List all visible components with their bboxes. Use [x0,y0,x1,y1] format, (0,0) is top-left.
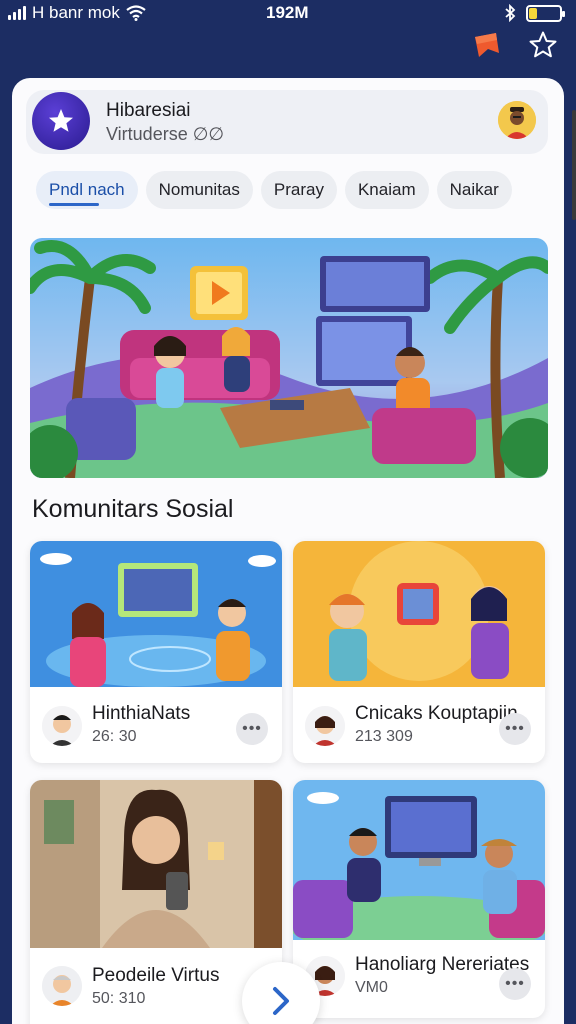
tab-4[interactable]: Naikar [436,171,512,209]
community-card[interactable]: Hanoliarg Nereriates VM0 ••• [293,780,545,1018]
more-options-button[interactable]: ••• [499,713,531,745]
section-title: Komunitars Sosial [32,495,234,523]
profile-name: Hibaresiai [106,100,191,121]
card-image [293,541,545,687]
category-tabs: Pndl nach Nomunitas Praray Knaiam Naikar [36,171,512,209]
tab-0[interactable]: Pndl nach [36,171,138,209]
profile-subtitle: Virtuderse ∅∅ [106,124,225,144]
more-options-button[interactable]: ••• [499,968,531,1000]
card-avatar [42,706,82,746]
hero-illustration[interactable] [30,238,548,478]
tab-2[interactable]: Praray [260,171,337,209]
community-card[interactable]: Cnicaks Kouptapiin 213 309 ••• [293,541,545,763]
battery-icon [526,4,565,22]
chevron-right-icon [273,987,289,1015]
card-member-count: 50: 310 [92,990,146,1007]
status-bar: H banr mok 192M [0,0,576,28]
profile-card[interactable]: Hibaresiai Virtuderse ∅∅ [26,90,548,154]
star-icon[interactable] [528,30,558,60]
card-member-count: VM0 [355,979,388,996]
card-image [30,780,282,948]
header-actions [472,30,558,60]
logo-star-icon [32,92,90,150]
status-left: H banr mok [8,3,146,23]
card-member-count: 213 309 [355,728,413,745]
user-avatar[interactable] [498,101,536,139]
card-title: Peodeile Virtus [92,965,220,986]
wifi-icon [126,5,146,21]
status-right [504,4,565,22]
card-image [293,780,545,940]
card-image [30,541,282,687]
tab-1[interactable]: Nomunitas [145,171,253,209]
more-options-button[interactable]: ••• [236,713,268,745]
status-center-text: 192M [266,3,309,22]
tab-3[interactable]: Knaiam [344,171,429,209]
card-avatar [305,706,345,746]
card-member-count: 26: 30 [92,728,137,745]
card-title: Cnicaks Kouptapiin [355,703,518,724]
card-title: HinthiaNats [92,703,191,724]
main-sheet: Hibaresiai Virtuderse ∅∅ Pndl nach Nomun… [12,78,564,1024]
card-avatar [42,966,82,1006]
bookmark-icon[interactable] [472,31,502,59]
scroll-indicator [572,110,576,220]
carrier-label: H banr mok [32,3,120,22]
community-card[interactable]: HinthiaNats 26: 30 ••• [30,541,282,763]
bluetooth-icon [505,4,516,22]
signal-icon [8,6,26,20]
battery-fill [529,7,537,19]
